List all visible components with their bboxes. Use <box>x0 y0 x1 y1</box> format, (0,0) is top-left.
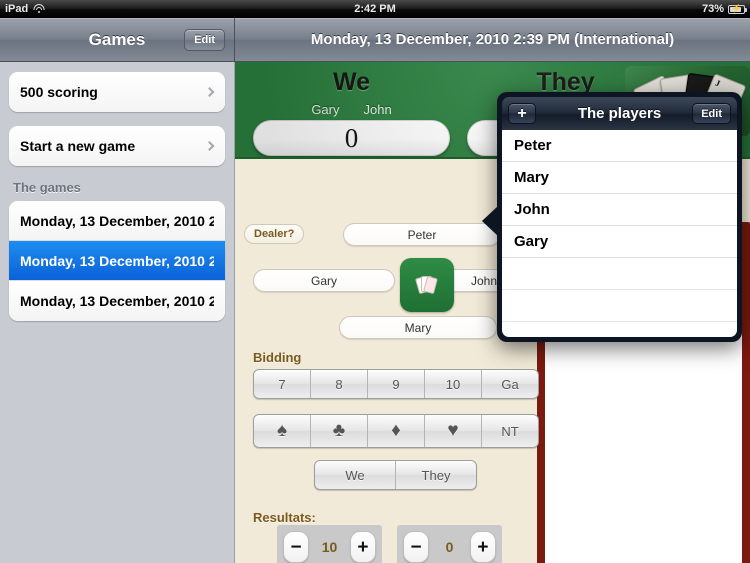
sidebar-edit-button[interactable]: Edit <box>184 29 225 51</box>
sidebar-item-label: 500 scoring <box>20 84 98 100</box>
increment-button[interactable]: + <box>469 531 496 563</box>
sidebar-item-start-new-game[interactable]: Start a new game <box>9 126 225 166</box>
deal-button[interactable] <box>400 258 454 312</box>
bid-level-game[interactable]: Ga <box>482 370 538 398</box>
bid-level-10[interactable]: 10 <box>425 370 482 398</box>
sidebar: 500 scoring Start a new game The games M… <box>0 62 235 563</box>
bid-level-7[interactable]: 7 <box>254 370 311 398</box>
bidding-team-segment[interactable]: We They <box>314 460 477 490</box>
bid-team-they[interactable]: They <box>396 461 476 489</box>
games-section-header: The games <box>13 180 81 195</box>
they-result-stepper[interactable]: − 0 + <box>397 525 502 563</box>
sidebar-title: Games <box>88 29 146 49</box>
list-item[interactable]: Mary <box>502 162 737 194</box>
we-score[interactable]: 0 <box>253 120 450 156</box>
bidding-suit-segment[interactable]: ♠ ♣ ♦ ♥ NT <box>253 414 539 448</box>
popover-arrow <box>482 206 498 236</box>
bid-level-9[interactable]: 9 <box>368 370 425 398</box>
spade-icon[interactable]: ♠ <box>254 415 311 447</box>
list-item[interactable]: Gary <box>502 226 737 258</box>
game-title: Monday, 13 December, 2010 2:39 PM (Inter… <box>310 31 675 48</box>
results-label: Resultats: <box>253 510 316 525</box>
dealer-label[interactable]: Dealer? <box>244 224 305 244</box>
bidding-label: Bidding <box>253 350 302 365</box>
list-item-empty <box>502 322 737 337</box>
games-list: Monday, 13 December, 2010 2:4... Monday,… <box>9 201 225 321</box>
decrement-button[interactable]: − <box>403 531 429 563</box>
list-item[interactable]: Monday, 13 December, 2010 2:4... <box>9 201 225 241</box>
bidding-level-segment[interactable]: 7 8 9 10 Ga <box>253 369 539 399</box>
seat-west[interactable]: Gary <box>253 269 395 292</box>
popover-navbar: + The players Edit <box>502 97 737 130</box>
popover-edit-button[interactable]: Edit <box>692 103 731 124</box>
battery-charging-icon: ⚡ <box>728 4 747 14</box>
popover-title: The players <box>577 105 662 122</box>
list-item-empty <box>502 258 737 290</box>
player-name: John <box>363 102 392 117</box>
chevron-right-icon <box>204 141 215 151</box>
status-bar-right: 73% ⚡ <box>701 3 747 15</box>
decrement-button[interactable]: − <box>283 531 309 563</box>
we-team-players: Gary John <box>253 102 450 117</box>
bid-level-8[interactable]: 8 <box>311 370 368 398</box>
list-item[interactable]: John <box>502 194 737 226</box>
seat-south[interactable]: Mary <box>339 316 497 339</box>
club-icon[interactable]: ♣ <box>311 415 368 447</box>
seat-north[interactable]: Peter <box>343 223 501 246</box>
players-list: Peter Mary John Gary <box>502 130 737 337</box>
game-label: Monday, 13 December, 2010 2:3... <box>20 252 214 269</box>
they-result-value: 0 <box>445 539 454 555</box>
players-popover: + The players Edit Peter Mary John Gary <box>482 92 742 342</box>
we-result-value: 10 <box>321 539 338 555</box>
game-label: Monday, 13 December, 2010 2:3... <box>20 293 214 309</box>
we-result-stepper[interactable]: − 10 + <box>277 525 382 563</box>
sidebar-item-label: Start a new game <box>20 138 136 154</box>
game-label: Monday, 13 December, 2010 2:4... <box>20 212 214 229</box>
list-item[interactable]: Monday, 13 December, 2010 2:3... <box>9 241 225 281</box>
new-game-group: Start a new game <box>9 126 225 166</box>
main-navbar: Monday, 13 December, 2010 2:39 PM (Inter… <box>235 18 750 62</box>
sidebar-item-500-scoring[interactable]: 500 scoring <box>9 72 225 112</box>
ipad-screen: iPad 2:42 PM 73% ⚡ Games Edit Monday, 13… <box>0 0 750 563</box>
heart-icon[interactable]: ♥ <box>425 415 482 447</box>
playing-cards-icon <box>415 273 438 297</box>
sidebar-navbar: Games Edit <box>0 18 235 62</box>
bid-team-we[interactable]: We <box>315 461 396 489</box>
status-bar: iPad 2:42 PM 73% ⚡ <box>0 0 750 18</box>
battery-percent-label: 73% <box>701 3 724 15</box>
list-item-empty <box>502 290 737 322</box>
diamond-icon[interactable]: ♦ <box>368 415 425 447</box>
status-bar-clock: 2:42 PM <box>354 3 396 15</box>
scoring-group: 500 scoring <box>9 72 225 112</box>
no-trump-option[interactable]: NT <box>482 415 538 447</box>
add-player-button[interactable]: + <box>508 103 536 124</box>
player-name: Gary <box>311 102 340 117</box>
increment-button[interactable]: + <box>349 531 376 563</box>
chevron-right-icon <box>204 87 215 97</box>
list-item[interactable]: Peter <box>502 130 737 162</box>
list-item[interactable]: Monday, 13 December, 2010 2:3... <box>9 281 225 321</box>
we-team-label: We <box>332 68 371 96</box>
